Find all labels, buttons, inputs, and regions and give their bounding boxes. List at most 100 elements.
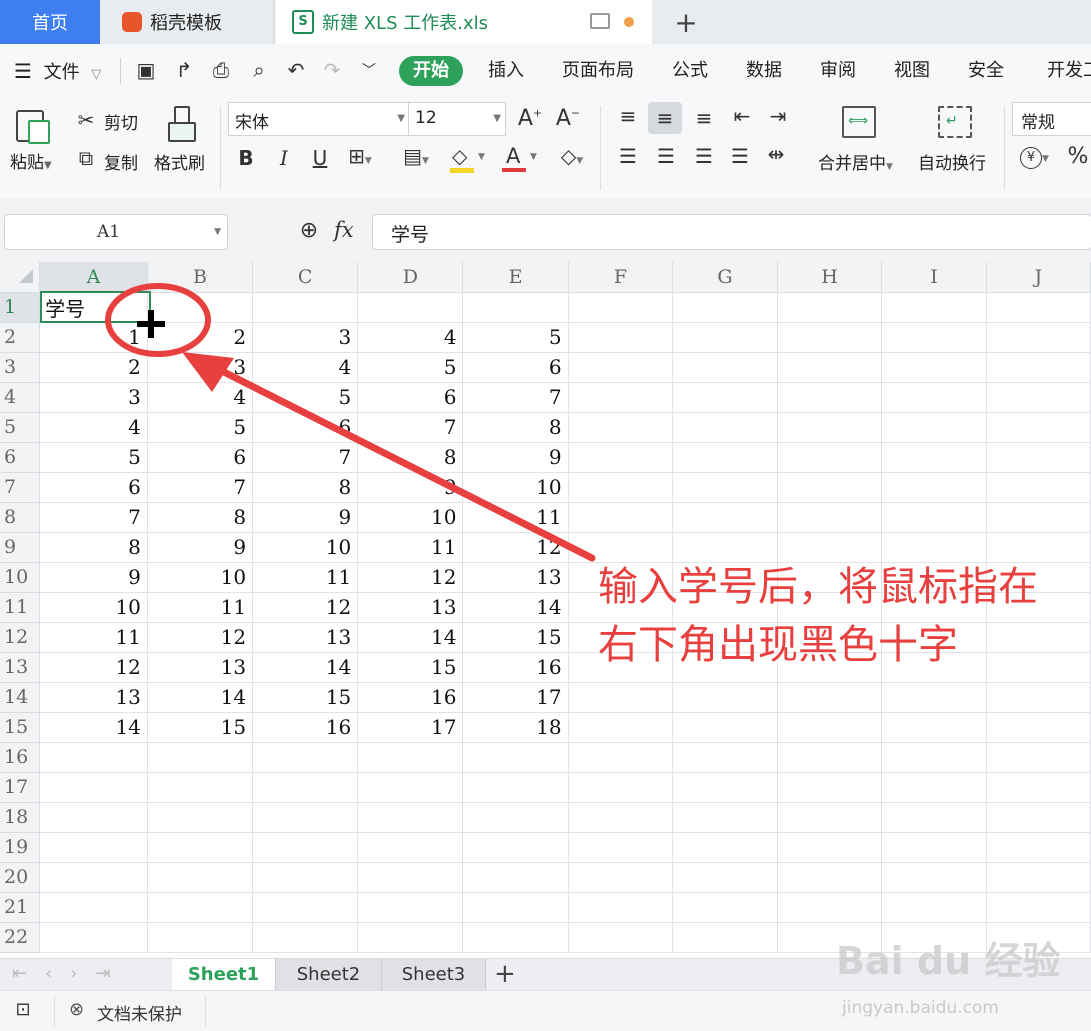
cell-style-icon[interactable]: ▤▼ [396,144,436,168]
spreadsheet-grid[interactable]: ABCDEFGHIJ 1 学号 2 1 2 3 4 5 3 2 3 4 5 6 4 3 4 5 6 7 5 4 5 6 7 8 6 5… [0,262,1091,958]
italic-button[interactable]: I [274,146,294,170]
name-box-value: A1 [97,222,121,242]
clear-format-icon[interactable]: ◇▼ [552,144,592,168]
align-bottom-icon[interactable]: ≡ [690,106,718,130]
tab-page-layout[interactable]: 页面布局 [562,44,634,98]
copy-button[interactable]: 复制 [104,149,138,174]
redo-icon[interactable]: ↷ [320,58,344,82]
unsaved-dot-icon [624,17,634,27]
more-chevron-icon[interactable]: ﹀ [358,60,380,80]
chevron-down-icon: ▽ [91,67,102,82]
print-icon[interactable]: ⎙ [208,58,234,82]
sheet-nav-arrows[interactable]: ⇤‹›⇥ [12,963,129,984]
chevron-down-icon: ▼ [44,160,52,171]
borders-icon[interactable]: ⊞▼ [346,144,374,168]
tab-insert[interactable]: 插入 [488,44,524,98]
divider [600,106,601,190]
annotation-text-line2: 右下角出现黑色十字 [598,622,958,668]
tab-review[interactable]: 审阅 [820,44,856,98]
name-box[interactable]: A1 ▼ [4,214,228,250]
tab-template-label: 稻壳模板 [150,13,222,34]
sheet-tab-3[interactable]: Sheet3 [382,959,486,991]
justify-icon[interactable]: ☰ [726,144,754,168]
scissors-icon[interactable]: ✂ [74,108,98,132]
docer-logo-icon [122,12,142,32]
bold-button[interactable]: B [236,146,256,170]
annotation-text-line1: 输入学号后，将鼠标指在 [598,564,1038,610]
copy-icon[interactable]: ⧉ [74,146,98,170]
last-sheet-icon[interactable]: ⇥ [96,963,129,984]
tab-security[interactable]: 安全 [968,44,1004,98]
save-icon[interactable]: ▣ [134,58,158,82]
tab-developer[interactable]: 开发工 [1047,44,1091,98]
align-middle-icon[interactable]: ≡ [648,102,682,134]
font-name-select[interactable]: 宋体 ▼ [228,102,410,136]
wrap-text-button[interactable]: 自动换行 [918,149,986,174]
new-tab-label: + [674,5,698,39]
paste-icon[interactable] [14,106,50,144]
merge-center-label: 合并居中 [818,154,886,174]
align-top-icon[interactable]: ≡ [614,104,642,128]
font-color-icon[interactable]: A ▼ [502,144,542,176]
tab-view[interactable]: 视图 [894,44,930,98]
tab-home[interactable]: 首页 [0,0,100,44]
file-menu-label: 文件 [43,62,80,83]
paste-button[interactable]: 粘贴▼ [10,148,52,173]
sheet-tab-1[interactable]: Sheet1 [172,959,276,991]
undo-icon[interactable]: ↶ [284,58,308,82]
increase-indent-icon[interactable]: ⇥ [764,104,792,128]
currency-glyph: ¥ [1020,147,1042,169]
zoom-search-icon[interactable]: ⊕ [296,218,322,243]
first-sheet-icon[interactable]: ⇤ [12,963,45,984]
new-tab-button[interactable]: + [668,0,704,44]
divider [120,58,121,84]
font-size-select[interactable]: 12 ▼ [408,102,506,136]
fill-color-icon[interactable]: ◇ ▼ [450,144,490,176]
format-painter-button[interactable]: 格式刷 [154,149,205,174]
decrease-font-icon[interactable]: A− [554,106,582,131]
sheet-manager-icon[interactable]: ⊡ [10,999,36,1020]
tab-formula[interactable]: 公式 [672,44,708,98]
currency-icon[interactable]: ¥ ▼ [1020,146,1060,172]
add-sheet-button[interactable]: + [494,959,516,989]
align-left-icon[interactable]: ☰ [614,144,642,168]
divider [220,106,221,190]
align-right-icon[interactable]: ☰ [690,144,718,168]
watermark-logo: Bai du 经验 [836,939,1061,983]
monitor-icon[interactable] [590,13,610,29]
merge-center-button[interactable]: 合并居中▼ [818,149,893,174]
export-icon[interactable]: ↱ [172,58,196,82]
formula-content: 学号 [391,224,430,246]
shield-icon: ⊗ [69,999,85,1020]
next-sheet-icon[interactable]: › [70,963,95,984]
tab-start[interactable]: 开始 [399,56,463,86]
number-format-select[interactable]: 常规 [1012,102,1091,136]
sheet-tab-2[interactable]: Sheet2 [276,959,382,991]
annotation-circle [105,283,211,357]
wrap-text-icon[interactable]: ↵ [938,106,972,138]
prev-sheet-icon[interactable]: ‹ [45,963,70,984]
merge-center-icon[interactable]: ⟺ [842,106,876,138]
percent-icon[interactable]: % [1066,144,1090,169]
annotation-arrow-line [216,366,596,562]
print-preview-icon[interactable]: ⌕ [246,58,272,82]
increase-font-icon[interactable]: A+ [516,106,544,131]
decrease-indent-icon[interactable]: ⇤ [728,104,756,128]
align-center-icon[interactable]: ☰ [652,144,680,168]
distributed-align-icon[interactable]: ⇹ [762,142,790,166]
underline-button[interactable]: U [310,146,330,170]
formula-input[interactable]: 学号 [372,214,1091,250]
file-menu[interactable]: ☰ 文件 ▽ [14,44,101,98]
tab-xls-file[interactable]: S 新建 XLS 工作表.xls [276,0,652,44]
format-painter-icon[interactable] [166,106,196,142]
protection-status[interactable]: ⊗ 文档未保护 [54,995,206,1027]
chevron-down-icon: ▼ [493,113,501,124]
chevron-down-icon: ▼ [886,162,893,172]
tab-template[interactable]: 稻壳模板 [102,0,274,44]
watermark-url: jingyan.baidu.com [842,998,999,1018]
function-icon[interactable]: fx [334,218,354,242]
cut-button[interactable]: 剪切 [104,109,138,134]
tab-data[interactable]: 数据 [746,44,782,98]
ribbon: 粘贴▼ ✂ 剪切 ⧉ 复制 格式刷 宋体 ▼ 12 ▼ A+ A− B I U … [0,98,1091,199]
number-format-value: 常规 [1021,113,1055,133]
